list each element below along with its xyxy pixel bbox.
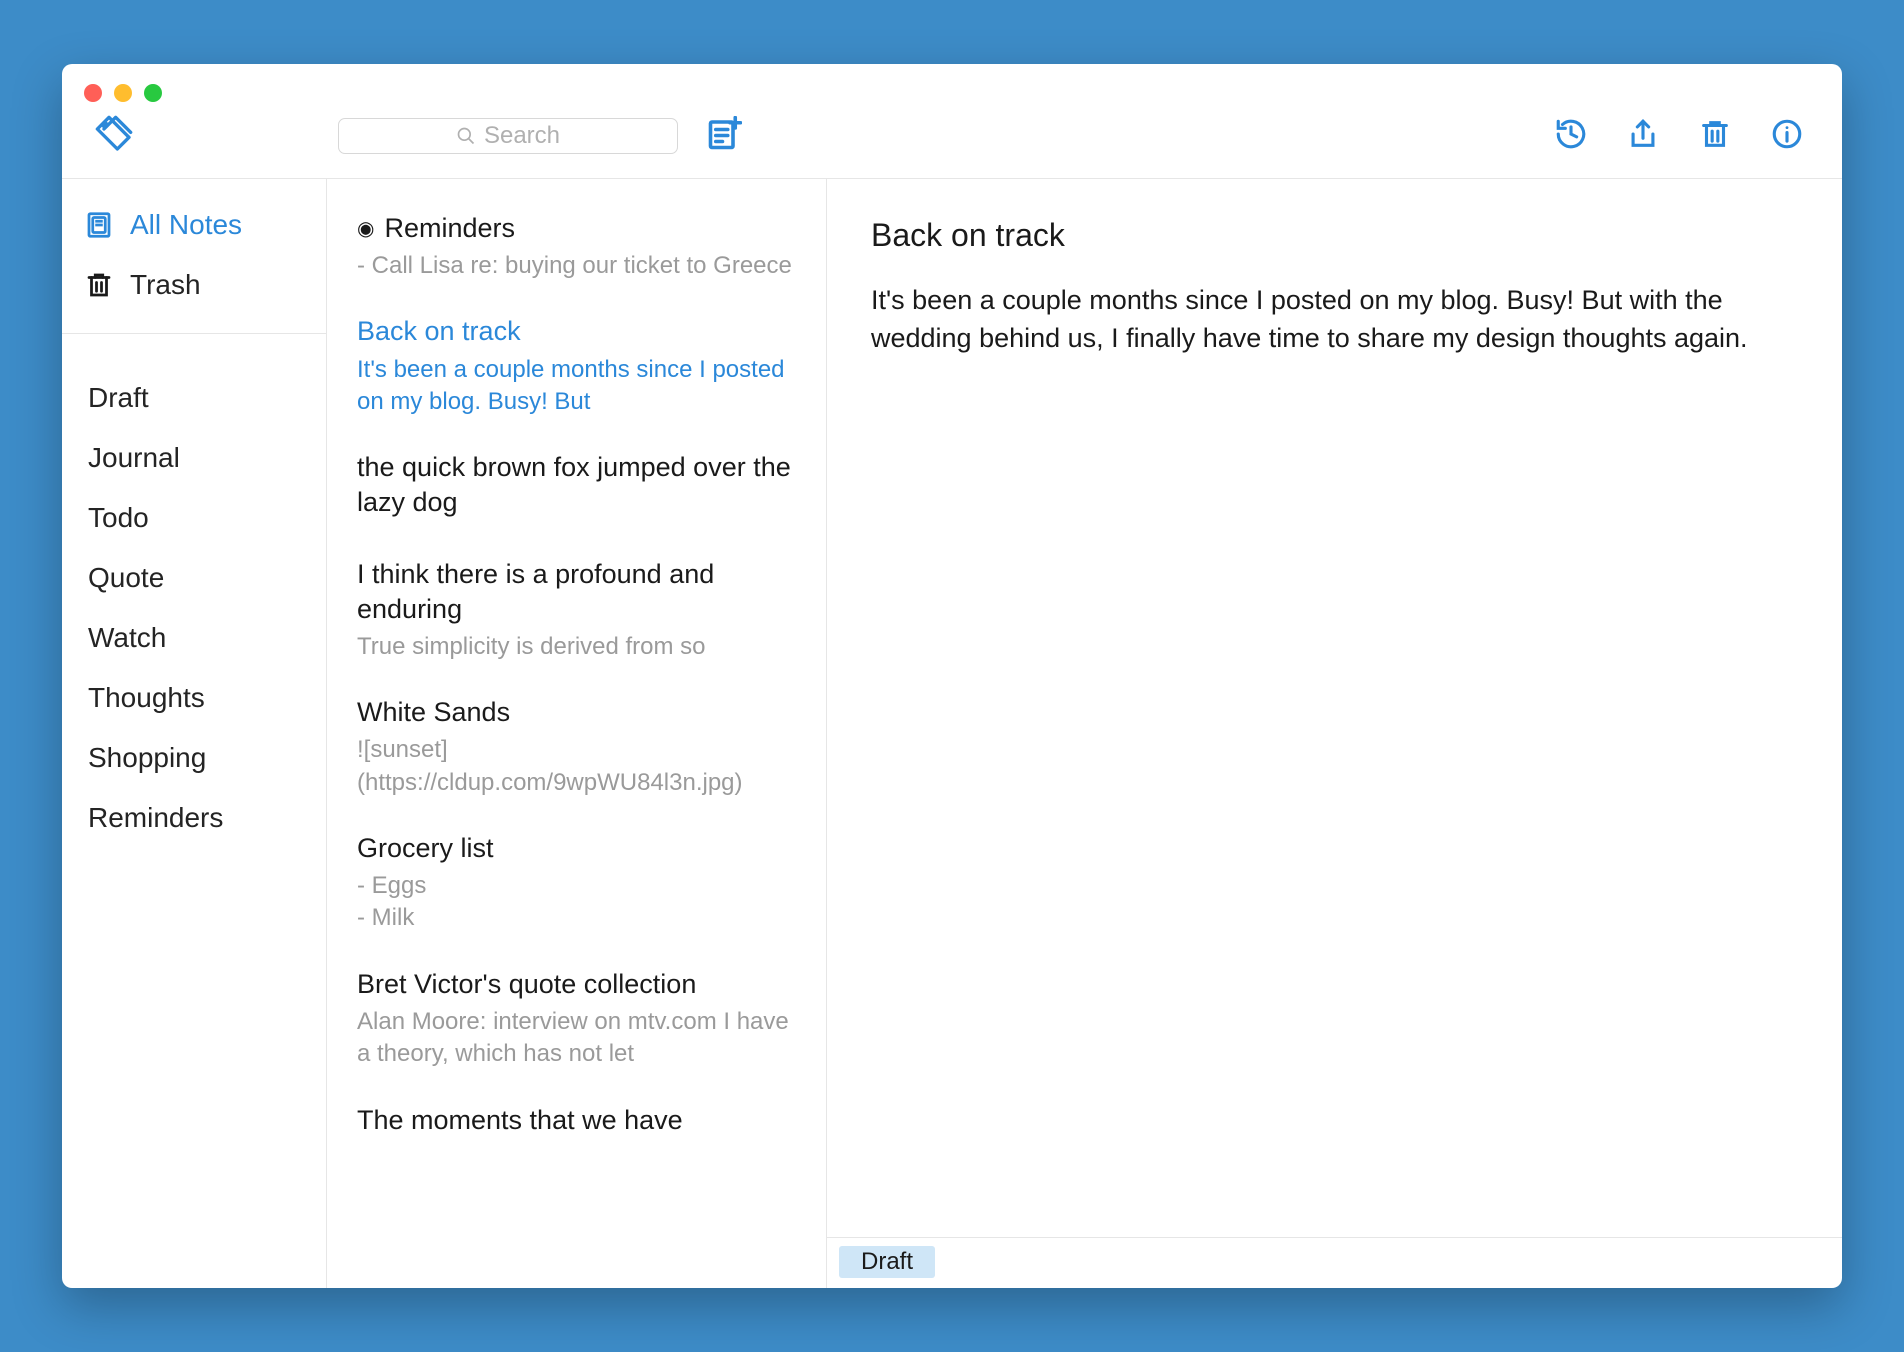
trash-label: Trash [130, 269, 201, 301]
sidebar-tag-item[interactable]: Draft [62, 368, 326, 428]
columns: All Notes Trash DraftJournalTodoQuoteWat… [62, 179, 1842, 1288]
note-list-item[interactable]: I think there is a profound and enduring… [357, 543, 796, 682]
sidebar-tag-item[interactable]: Todo [62, 488, 326, 548]
note-title: Bret Victor's quote collection [357, 967, 796, 1002]
sidebar-item-all-notes[interactable]: All Notes [62, 195, 326, 255]
search-input[interactable]: Search [338, 118, 678, 154]
tag-chip[interactable]: Draft [839, 1246, 935, 1278]
note-list-item[interactable]: Reminders - Call Lisa re: buying our tick… [357, 197, 796, 300]
note-list-item[interactable]: the quick brown fox jumped over the lazy… [357, 436, 796, 542]
note-title: The moments that we have [357, 1103, 796, 1138]
tags-icon[interactable] [94, 114, 134, 159]
sidebar-tag-item[interactable]: Reminders [62, 788, 326, 848]
note-preview: It's been a couple months since I posted… [357, 354, 796, 419]
note-title: Reminders [357, 211, 796, 246]
trash-icon[interactable] [1698, 117, 1732, 156]
sidebar-tag-item[interactable]: Thoughts [62, 668, 326, 728]
note-list-item[interactable]: Back on track It's been a couple months s… [357, 300, 796, 436]
note-title: Grocery list [357, 831, 796, 866]
note-preview: ![sunset](https://cldup.com/9wpWU84l3n.j… [357, 734, 796, 799]
editor-title[interactable]: Back on track [871, 217, 1798, 254]
note-title: the quick brown fox jumped over the lazy… [357, 450, 796, 520]
sidebar-tag-item[interactable]: Shopping [62, 728, 326, 788]
toolbar: Search [62, 64, 1842, 179]
note-preview: - Call Lisa re: buying our ticket to Gre… [357, 250, 796, 282]
toolbar-right [1554, 87, 1816, 156]
note-preview: - Eggs - Milk [357, 870, 796, 935]
editor-content[interactable]: It's been a couple months since I posted… [871, 282, 1751, 358]
maximize-window-button[interactable] [144, 84, 162, 102]
note-title: Back on track [357, 314, 796, 349]
sidebar-tag-item[interactable]: Journal [62, 428, 326, 488]
new-note-button[interactable] [706, 116, 742, 157]
sidebar-top: All Notes Trash [62, 179, 326, 334]
search-placeholder: Search [484, 122, 560, 150]
note-list-item[interactable]: White Sands ![sunset](https://cldup.com/9… [357, 681, 796, 817]
sidebar-tag-item[interactable]: Quote [62, 548, 326, 608]
note-list-item[interactable]: Bret Victor's quote collection Alan Moore… [357, 953, 796, 1089]
app-window: Search [62, 64, 1842, 1288]
note-preview: Alan Moore: interview on mtv.com I have … [357, 1006, 796, 1071]
editor-body[interactable]: Back on track It's been a couple months … [827, 179, 1842, 1237]
all-notes-label: All Notes [130, 209, 242, 241]
minimize-window-button[interactable] [114, 84, 132, 102]
share-icon[interactable] [1626, 117, 1660, 156]
editor-pane: Back on track It's been a couple months … [827, 179, 1842, 1288]
note-title: White Sands [357, 695, 796, 730]
sidebar-item-trash[interactable]: Trash [62, 255, 326, 315]
note-list[interactable]: Reminders - Call Lisa re: buying our tick… [327, 179, 827, 1288]
note-title: I think there is a profound and enduring [357, 557, 796, 627]
note-list-item[interactable]: Grocery list - Eggs - Milk [357, 817, 796, 953]
tag-list: DraftJournalTodoQuoteWatchThoughtsShoppi… [62, 334, 326, 848]
window-controls [84, 84, 162, 102]
search-group: Search [338, 86, 742, 157]
info-icon[interactable] [1770, 117, 1804, 156]
editor-footer: Draft [827, 1237, 1842, 1288]
note-preview: True simplicity is derived from so [357, 631, 796, 663]
note-list-item[interactable]: The moments that we have [357, 1089, 796, 1160]
close-window-button[interactable] [84, 84, 102, 102]
sidebar: All Notes Trash DraftJournalTodoQuoteWat… [62, 179, 327, 1288]
history-icon[interactable] [1554, 117, 1588, 156]
sidebar-tag-item[interactable]: Watch [62, 608, 326, 668]
